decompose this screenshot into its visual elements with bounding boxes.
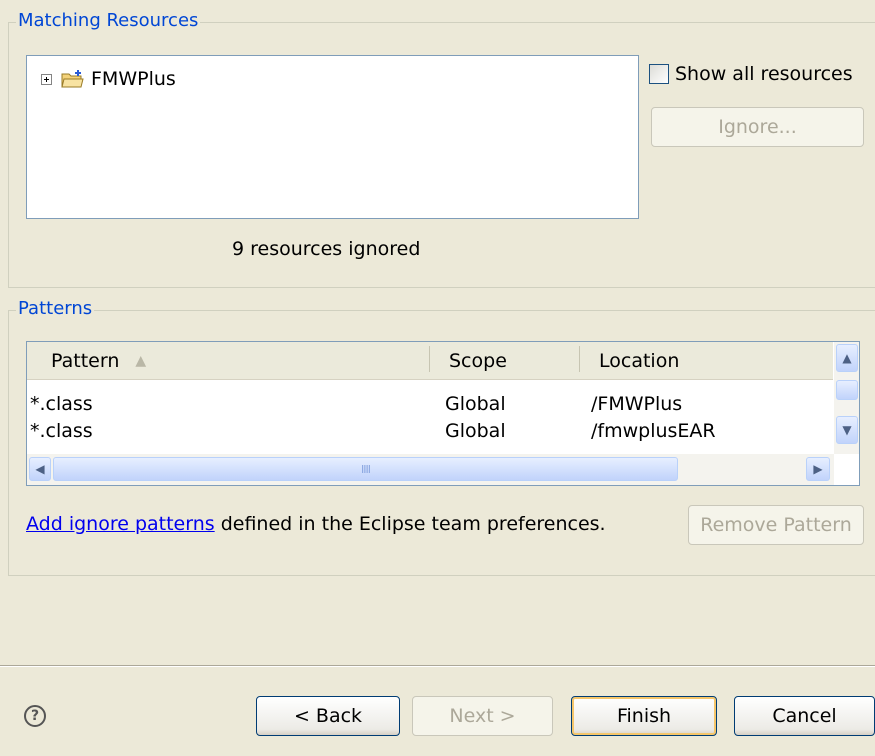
- footer-separator: [0, 665, 875, 667]
- column-header-scope[interactable]: Scope: [449, 342, 579, 379]
- column-header-pattern[interactable]: Pattern ▲: [51, 342, 431, 379]
- sort-ascending-icon: ▲: [135, 352, 147, 369]
- next-button[interactable]: Next >: [412, 696, 553, 736]
- patterns-label: Patterns: [16, 298, 95, 319]
- vertical-scrollbar[interactable]: ▲ ▼: [834, 342, 859, 454]
- table-header: Pattern ▲ Scope Location: [27, 342, 833, 380]
- back-button[interactable]: < Back: [256, 696, 400, 736]
- show-all-resources-checkbox[interactable]: Show all resources: [649, 63, 853, 85]
- column-header-location[interactable]: Location: [599, 342, 829, 379]
- scroll-right-icon[interactable]: ▶: [806, 457, 830, 481]
- scroll-up-icon[interactable]: ▲: [836, 344, 858, 372]
- patterns-group-border-bottom: [8, 575, 875, 576]
- table-body: *.class Global /FMWPlus *.class Global /…: [27, 382, 833, 454]
- table-row[interactable]: *.class Global /FMWPlus: [27, 393, 833, 415]
- ignore-button[interactable]: Ignore...: [651, 107, 864, 147]
- column-separator[interactable]: [579, 346, 580, 372]
- folder-icon: [61, 69, 85, 89]
- resource-tree[interactable]: FMWPlus: [26, 55, 639, 219]
- add-ignore-patterns-link[interactable]: Add ignore patterns: [26, 513, 215, 535]
- cell-scope: Global: [445, 393, 506, 415]
- tree-item-label: FMWPlus: [91, 68, 176, 90]
- matching-resources-label: Matching Resources: [16, 10, 201, 31]
- help-icon[interactable]: ?: [24, 705, 46, 727]
- remove-pattern-button[interactable]: Remove Pattern: [688, 505, 864, 545]
- patterns-group-border-left: [8, 310, 9, 575]
- cell-scope: Global: [445, 420, 506, 442]
- horizontal-scrollbar[interactable]: ◀ IIII ▶: [27, 454, 834, 485]
- horizontal-scroll-thumb[interactable]: IIII: [53, 457, 678, 481]
- resources-ignored-status: 9 resources ignored: [232, 238, 421, 260]
- plus-square-icon[interactable]: [41, 73, 52, 85]
- tree-item-fmwplus[interactable]: FMWPlus: [41, 67, 176, 91]
- matching-group-border-left: [8, 22, 9, 287]
- cell-pattern: *.class: [30, 420, 93, 442]
- checkbox-box[interactable]: [649, 64, 669, 84]
- matching-group-border-bottom: [8, 287, 875, 288]
- add-ignore-patterns-text: Add ignore patterns defined in the Eclip…: [26, 513, 606, 535]
- scroll-left-icon[interactable]: ◀: [29, 457, 51, 481]
- cancel-button[interactable]: Cancel: [734, 696, 875, 736]
- cell-pattern: *.class: [30, 393, 93, 415]
- scroll-down-icon[interactable]: ▼: [836, 416, 858, 444]
- table-row[interactable]: *.class Global /fmwplusEAR: [27, 420, 833, 442]
- patterns-table[interactable]: Pattern ▲ Scope Location *.class Global …: [26, 341, 860, 486]
- cell-location: /FMWPlus: [591, 393, 683, 415]
- finish-button[interactable]: Finish: [571, 696, 717, 736]
- patterns-group-border: [8, 310, 875, 311]
- column-separator[interactable]: [429, 346, 430, 372]
- add-ignore-patterns-suffix: defined in the Eclipse team preferences.: [214, 513, 606, 535]
- show-all-resources-label[interactable]: Show all resources: [675, 63, 853, 85]
- cell-location: /fmwplusEAR: [591, 420, 716, 442]
- vertical-scroll-thumb[interactable]: [836, 380, 858, 400]
